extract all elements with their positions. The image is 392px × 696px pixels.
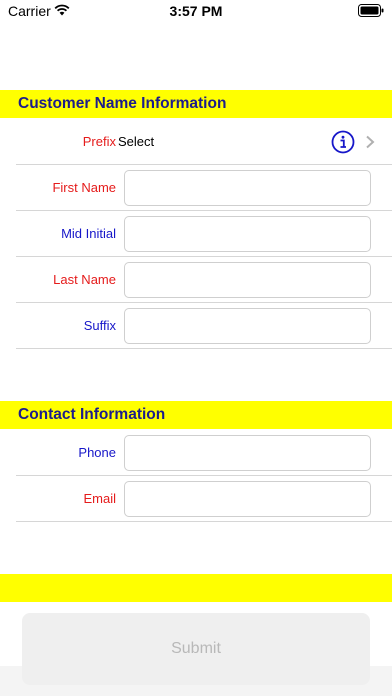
phone-field[interactable] [124, 435, 371, 471]
section-title: Customer Name Information [18, 95, 227, 112]
submit-button-label: Submit [171, 640, 221, 657]
mid-initial-label: Mid Initial [61, 226, 116, 241]
mid-initial-field[interactable] [124, 216, 371, 252]
chevron-right-icon [366, 135, 375, 149]
info-icon[interactable] [331, 130, 355, 154]
email-field[interactable] [124, 481, 371, 517]
status-bar: Carrier 3:57 PM [0, 0, 392, 24]
email-row: Email [0, 476, 392, 522]
empty-section-header [0, 574, 392, 602]
first-name-field[interactable] [124, 170, 371, 206]
phone-label: Phone [78, 445, 116, 460]
section-title: Contact Information [18, 406, 166, 423]
row-divider [16, 348, 392, 349]
contact-section-header: Contact Information [0, 401, 392, 429]
last-name-field[interactable] [124, 262, 371, 298]
prefix-select-value[interactable]: Select [118, 119, 154, 165]
customer-name-section-header: Customer Name Information [0, 90, 392, 118]
first-name-label: First Name [52, 180, 116, 195]
submit-button[interactable]: Submit [22, 613, 370, 685]
mid-initial-row: Mid Initial [0, 211, 392, 257]
prefix-row[interactable]: Prefix Select [0, 119, 392, 165]
last-name-label: Last Name [53, 272, 116, 287]
last-name-row: Last Name [0, 257, 392, 303]
first-name-row: First Name [0, 165, 392, 211]
email-label: Email [83, 491, 116, 506]
battery-icon [358, 4, 384, 17]
row-divider [16, 521, 392, 522]
suffix-row: Suffix [0, 303, 392, 349]
prefix-label: Prefix [82, 134, 116, 149]
phone-row: Phone [0, 430, 392, 476]
suffix-label: Suffix [83, 318, 116, 333]
suffix-field[interactable] [124, 308, 371, 344]
clock: 3:57 PM [169, 3, 223, 19]
